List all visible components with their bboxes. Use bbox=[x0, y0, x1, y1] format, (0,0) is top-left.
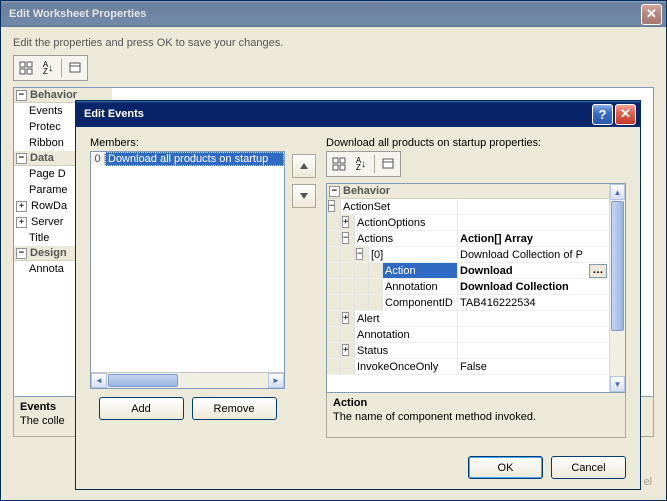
categorized-icon[interactable] bbox=[328, 153, 350, 175]
collapse-icon[interactable]: − bbox=[16, 248, 27, 259]
pg-actionset[interactable]: ActionSet bbox=[341, 199, 457, 214]
property-pages-icon[interactable] bbox=[64, 57, 86, 79]
move-up-button[interactable] bbox=[292, 154, 316, 178]
scroll-left-icon[interactable]: ◄ bbox=[91, 373, 107, 388]
ok-button[interactable]: OK bbox=[468, 456, 543, 479]
scroll-thumb[interactable] bbox=[108, 374, 178, 387]
collapse-icon[interactable]: − bbox=[328, 200, 335, 212]
edit-events-dialog: Edit Events ? ✕ Members: 0 Download all … bbox=[75, 100, 641, 490]
item-index: 0 bbox=[91, 153, 105, 165]
cancel-button[interactable]: Cancel bbox=[551, 456, 626, 479]
property-description: Action The name of component method invo… bbox=[326, 392, 626, 438]
tree-item[interactable]: Title bbox=[28, 232, 49, 244]
pg-category-behavior[interactable]: −Behavior bbox=[327, 184, 609, 199]
property-pages-icon[interactable] bbox=[377, 153, 399, 175]
tree-item[interactable]: Parame bbox=[28, 184, 68, 196]
add-button[interactable]: Add bbox=[99, 397, 184, 420]
pg-componentid-value: TAB416222534 bbox=[457, 295, 609, 310]
expand-icon[interactable]: + bbox=[16, 201, 27, 212]
scroll-up-icon[interactable]: ▲ bbox=[610, 184, 625, 200]
categorized-icon[interactable] bbox=[15, 57, 37, 79]
expand-icon[interactable]: + bbox=[342, 344, 349, 356]
tree-item-events[interactable]: Events bbox=[28, 105, 63, 117]
close-icon[interactable]: ✕ bbox=[615, 104, 636, 125]
pg-actions-value: Action[] Array bbox=[457, 231, 609, 246]
scrollbar-horizontal[interactable]: ◄ ► bbox=[91, 372, 284, 388]
pg-action-value[interactable]: Download… bbox=[457, 263, 609, 278]
dialog-title: Edit Events bbox=[80, 108, 590, 120]
desc-text: The name of component method invoked. bbox=[333, 411, 619, 423]
pg-idx0-value: Download Collection of P bbox=[457, 247, 609, 262]
toolbar-separator bbox=[374, 155, 375, 173]
tree-item[interactable]: Page D bbox=[28, 168, 66, 180]
pg-invokeonce[interactable]: InvokeOnceOnly bbox=[355, 359, 457, 374]
main-titlebar: Edit Worksheet Properties ✕ bbox=[1, 1, 666, 27]
pg-invokeonce-value[interactable]: False bbox=[457, 359, 609, 374]
ellipsis-button[interactable]: … bbox=[589, 264, 607, 278]
members-label: Members: bbox=[90, 137, 285, 149]
main-title: Edit Worksheet Properties bbox=[5, 8, 639, 20]
desc-title: Action bbox=[333, 397, 619, 409]
pg-actionoptions[interactable]: ActionOptions bbox=[355, 215, 457, 230]
main-toolbar: AZ↓ bbox=[13, 55, 88, 81]
item-text: Download all products on startup bbox=[105, 152, 284, 166]
alphabetical-icon[interactable]: AZ↓ bbox=[37, 57, 59, 79]
scroll-down-icon[interactable]: ▼ bbox=[610, 376, 625, 392]
tree-item[interactable]: Protec bbox=[28, 121, 61, 133]
collapse-icon[interactable]: − bbox=[356, 248, 363, 260]
collapse-icon[interactable]: − bbox=[16, 90, 27, 101]
pg-alert[interactable]: Alert bbox=[355, 311, 457, 326]
expand-icon[interactable]: + bbox=[16, 217, 27, 228]
pg-componentid[interactable]: ComponentID bbox=[383, 295, 457, 310]
dialog-titlebar: Edit Events ? ✕ bbox=[76, 101, 640, 127]
collapse-icon[interactable]: − bbox=[329, 186, 340, 197]
collapse-icon[interactable]: − bbox=[16, 153, 27, 164]
pg-actions[interactable]: Actions bbox=[355, 231, 457, 246]
pg-annotation-value: Download Collection bbox=[457, 279, 609, 294]
toolbar-separator bbox=[61, 59, 62, 77]
collapse-icon[interactable]: − bbox=[342, 232, 349, 244]
props-toolbar: AZ↓ bbox=[326, 151, 401, 177]
property-grid[interactable]: −Behavior −ActionSet +ActionOptions −Act… bbox=[326, 183, 626, 393]
help-icon[interactable]: ? bbox=[592, 104, 613, 125]
members-listbox[interactable]: 0 Download all products on startup ◄ ► bbox=[90, 151, 285, 389]
alphabetical-icon[interactable]: AZ↓ bbox=[350, 153, 372, 175]
tree-item[interactable]: Server bbox=[30, 216, 63, 228]
scrollbar-vertical[interactable]: ▲ ▼ bbox=[609, 184, 625, 392]
move-down-button[interactable] bbox=[292, 184, 316, 208]
properties-label: Download all products on startup propert… bbox=[326, 137, 626, 149]
tree-item[interactable]: Annota bbox=[28, 263, 64, 275]
tree-item[interactable]: RowDa bbox=[30, 200, 67, 212]
instruction-text: Edit the properties and press OK to save… bbox=[13, 37, 654, 49]
scroll-right-icon[interactable]: ► bbox=[268, 373, 284, 388]
list-item[interactable]: 0 Download all products on startup bbox=[91, 152, 284, 166]
pg-annotation2[interactable]: Annotation bbox=[355, 327, 457, 342]
close-icon[interactable]: ✕ bbox=[641, 4, 662, 25]
pg-action[interactable]: Action bbox=[383, 263, 457, 278]
pg-status[interactable]: Status bbox=[355, 343, 457, 358]
expand-icon[interactable]: + bbox=[342, 216, 349, 228]
scroll-thumb[interactable] bbox=[611, 201, 624, 331]
pg-idx0[interactable]: [0] bbox=[369, 247, 457, 262]
expand-icon[interactable]: + bbox=[342, 312, 349, 324]
remove-button[interactable]: Remove bbox=[192, 397, 277, 420]
pg-annotation[interactable]: Annotation bbox=[383, 279, 457, 294]
tree-item[interactable]: Ribbon bbox=[28, 137, 64, 149]
